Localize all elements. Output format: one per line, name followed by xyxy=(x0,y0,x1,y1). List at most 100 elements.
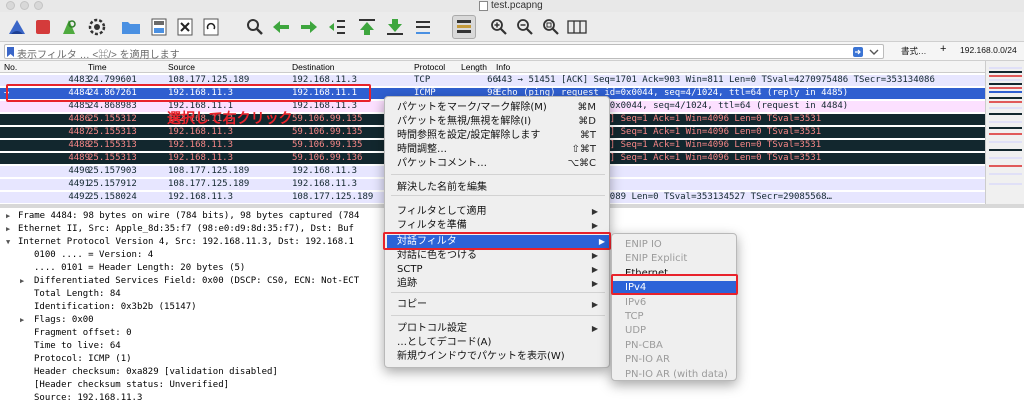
colorize-icon[interactable] xyxy=(452,15,476,39)
packet-cell-time: 25.157903 xyxy=(88,166,137,176)
submenu-item: PN-IO AR (with data) xyxy=(625,368,728,380)
document-icon xyxy=(479,1,488,11)
detail-line[interactable]: Header checksum: 0xa829 [validation disa… xyxy=(34,365,278,379)
menu-item[interactable]: SCTP ▶ xyxy=(397,263,602,277)
detail-line[interactable]: ▶ Differentiated Services Field: 0x00 (DS… xyxy=(20,274,359,288)
conversation-filter-submenu: ENIP IO ENIP Explicit Ethernet IPv4 IPv6 TCP U… xyxy=(611,233,737,381)
menu-item[interactable]: パケットを無視/無視を解除(I) ⌘D xyxy=(397,115,602,129)
zoom-window-button[interactable] xyxy=(34,1,43,10)
detail-text: Time to live: 64 xyxy=(34,341,121,351)
submenu-item: TCP xyxy=(625,311,644,322)
menu-item[interactable]: 時間調整… ⇧⌘T xyxy=(397,143,602,157)
col-time[interactable]: Time xyxy=(88,62,107,72)
bookmark-icon[interactable] xyxy=(7,47,14,57)
goto-packet-icon[interactable] xyxy=(326,16,348,38)
col-protocol[interactable]: Protocol xyxy=(414,62,445,72)
display-filter-input[interactable]: 表示フィルタ … <⌘/> を適用します xyxy=(4,44,884,61)
detail-line[interactable]: ▶ Flags: 0x00 xyxy=(20,313,94,327)
reload-icon[interactable] xyxy=(200,16,222,38)
ip-filter-button[interactable]: 192.168.0.0/24 xyxy=(960,45,1017,55)
autoscroll-icon[interactable] xyxy=(412,16,434,38)
restart-icon[interactable] xyxy=(58,16,80,38)
shark-fin-start-icon[interactable] xyxy=(6,16,28,38)
col-length[interactable]: Length xyxy=(461,62,487,72)
expression-button[interactable]: 書式… xyxy=(901,45,927,57)
col-info[interactable]: Info xyxy=(496,62,510,72)
menu-item[interactable]: 新規ウインドウでパケットを表示(W) xyxy=(397,350,602,364)
apply-filter-arrow-icon[interactable] xyxy=(853,47,863,57)
minimap-mark xyxy=(989,165,1022,167)
minimize-window-button[interactable] xyxy=(20,1,29,10)
minimap-mark xyxy=(989,91,1022,93)
packet-cell-dst: 192.168.11.3 xyxy=(292,179,358,189)
detail-line[interactable]: ▼ Internet Protocol Version 4, Src: 192.1… xyxy=(6,235,354,249)
packet-cell-no: 4490 xyxy=(68,166,90,176)
menu-item[interactable]: …としてデコード(A) xyxy=(397,336,602,350)
close-window-button[interactable] xyxy=(6,1,15,10)
last-packet-icon[interactable] xyxy=(384,16,406,38)
col-no[interactable]: No. xyxy=(4,62,17,72)
menu-item[interactable]: 対話に色をつける ▶ xyxy=(397,249,602,263)
zoom-out-icon[interactable] xyxy=(514,16,536,38)
menu-item[interactable]: パケットをマーク/マーク解除(M) ⌘M xyxy=(397,101,602,115)
expand-triangle-icon[interactable]: ▼ xyxy=(6,235,10,249)
options-gear-icon[interactable] xyxy=(86,16,108,38)
first-packet-icon[interactable] xyxy=(356,16,378,38)
detail-line[interactable]: .... 0101 = Header Length: 20 bytes (5) xyxy=(34,261,245,275)
menu-item[interactable]: 解決した名前を編集 xyxy=(397,181,602,195)
detail-line[interactable]: Total Length: 84 xyxy=(34,287,121,301)
back-arrow-icon[interactable] xyxy=(270,16,292,38)
minimap-mark xyxy=(989,71,1022,73)
packet-cell-dst: 59.106.99.136 xyxy=(292,153,363,163)
zoom-in-icon[interactable] xyxy=(488,16,510,38)
chevron-down-icon[interactable] xyxy=(869,48,879,56)
menu-item[interactable]: パケットコメント… ⌥⌘C xyxy=(397,157,602,171)
menu-item[interactable]: コピー ▶ xyxy=(397,298,602,312)
detail-line[interactable]: 0100 .... = Version: 4 xyxy=(34,248,153,262)
detail-line[interactable]: ▶ Frame 4484: 98 bytes on wire (784 bits)… xyxy=(6,209,359,223)
submenu-item: IPv6 xyxy=(625,296,647,308)
open-folder-icon[interactable] xyxy=(120,16,142,38)
minimap-mark xyxy=(989,173,1022,175)
minimap-mark xyxy=(989,157,1022,159)
collapse-triangle-icon[interactable]: ▶ xyxy=(20,313,24,327)
submenu-arrow-icon: ▶ xyxy=(591,324,598,333)
collapse-triangle-icon[interactable]: ▶ xyxy=(20,274,24,288)
submenu-arrow-icon: ▶ xyxy=(591,279,598,288)
find-icon[interactable] xyxy=(244,16,266,38)
collapse-triangle-icon[interactable]: ▶ xyxy=(6,209,10,223)
resize-columns-icon[interactable] xyxy=(566,16,588,38)
stop-icon[interactable] xyxy=(32,16,54,38)
submenu-item: ENIP Explicit xyxy=(625,253,688,265)
zoom-reset-icon[interactable] xyxy=(540,16,562,38)
menu-item[interactable]: プロトコル設定 ▶ xyxy=(397,322,602,336)
forward-arrow-icon[interactable] xyxy=(298,16,320,38)
save-icon[interactable] xyxy=(148,16,170,38)
menu-item[interactable]: フィルタとして適用 ▶ xyxy=(397,205,602,219)
detail-text: Ethernet II, Src: Apple_8d:35:f7 (98:e0:… xyxy=(18,224,354,234)
detail-line[interactable]: Protocol: ICMP (1) xyxy=(34,352,132,366)
packet-cell-dst: 59.106.99.135 xyxy=(292,127,363,137)
detail-line[interactable]: Fragment offset: 0 xyxy=(34,326,132,340)
detail-line[interactable]: Identification: 0x3b2b (15147) xyxy=(34,300,197,314)
minimap-mark xyxy=(989,83,1022,85)
menu-item[interactable]: フィルタを準備 ▶ xyxy=(397,219,602,233)
close-file-icon[interactable] xyxy=(174,16,196,38)
detail-line[interactable]: [Header checksum status: Unverified] xyxy=(34,378,229,392)
packet-minimap[interactable] xyxy=(985,61,1024,204)
detail-line[interactable]: ▶ Ethernet II, Src: Apple_8d:35:f7 (98:e0… xyxy=(6,222,354,236)
col-destination[interactable]: Destination xyxy=(292,62,335,72)
detail-line[interactable]: Time to live: 64 xyxy=(34,339,121,353)
col-source[interactable]: Source xyxy=(168,62,195,72)
menu-item-label: コピー xyxy=(397,299,427,310)
minimap-mark xyxy=(989,113,1022,115)
menu-item-label: …としてデコード(A) xyxy=(397,337,492,348)
add-filter-button[interactable]: + xyxy=(940,43,946,55)
menu-item[interactable]: 時間参照を設定/設定解除します ⌘T xyxy=(397,129,602,143)
menu-item-label: プロトコル設定 xyxy=(397,323,467,334)
menu-item-label: 時間参照を設定/設定解除します xyxy=(397,130,541,141)
collapse-triangle-icon[interactable]: ▶ xyxy=(6,222,10,236)
packet-cell-time: 25.157912 xyxy=(88,179,137,189)
main-toolbar xyxy=(0,12,1024,42)
menu-item[interactable]: 追跡 ▶ xyxy=(397,277,602,291)
